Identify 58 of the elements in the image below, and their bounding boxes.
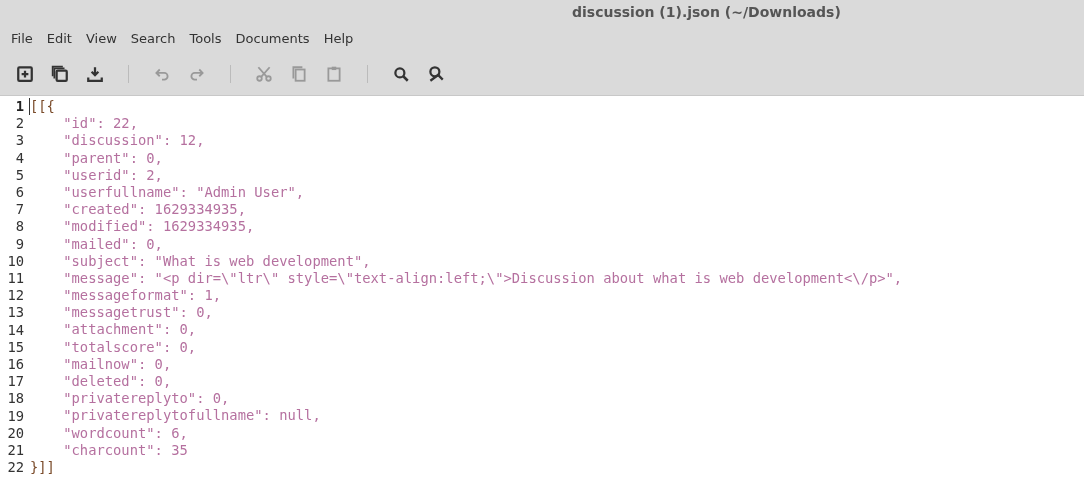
code-line: "parent": 0, <box>62 149 163 167</box>
code-line: "charcount": 35 <box>62 441 188 459</box>
code-line: "messagetrust": 0, <box>62 304 213 322</box>
code-line: "message": "<p dir=\"ltr\" style=\"text-align:left;\">Discussion about what is web development<\/p>", <box>62 269 903 288</box>
line-number: 12 <box>7 287 24 305</box>
line-number: 13 <box>7 304 24 322</box>
menu-item[interactable]: Documents <box>228 28 317 49</box>
line-number: 9 <box>15 235 24 253</box>
find-replace-icon[interactable] <box>427 64 445 83</box>
code-line: }]] <box>30 458 55 477</box>
code-line: "discussion": 12, <box>62 132 205 150</box>
windows-icon[interactable] <box>51 64 69 83</box>
download-icon[interactable] <box>86 64 104 83</box>
line-number: 21 <box>7 442 24 460</box>
code-line: "userfullname": "Admin User", <box>62 183 305 202</box>
code-line: "attachment": 0, <box>62 321 197 339</box>
line-number: 22 <box>7 459 24 477</box>
code-line: "privatereplytofullname": null, <box>62 407 321 425</box>
code-line: "subject": "What is web development", <box>62 252 371 270</box>
line-number: 1 <box>15 98 24 116</box>
code-line: "totalscore": 0, <box>62 338 197 356</box>
line-number: 17 <box>7 373 24 391</box>
line-number: 2 <box>15 115 24 133</box>
menu-item[interactable]: Tools <box>182 28 229 49</box>
line-number: 6 <box>15 184 24 202</box>
line-number: 10 <box>7 252 24 271</box>
menu-item[interactable]: Help <box>316 28 361 49</box>
code-line: "userid": 2, <box>62 166 163 184</box>
line-number: 5 <box>15 166 24 184</box>
clipboard-icon[interactable] <box>325 64 343 83</box>
line-number: 19 <box>7 407 24 425</box>
menu-item[interactable]: Search <box>123 28 183 49</box>
line-number: 16 <box>7 356 24 374</box>
menu-item[interactable]: View <box>78 28 124 49</box>
menu-item[interactable]: Edit <box>39 28 79 49</box>
line-number: 14 <box>7 321 24 339</box>
line-number: 11 <box>7 270 24 288</box>
line-number: 7 <box>15 201 24 219</box>
menu-item[interactable]: File <box>4 28 40 49</box>
code-line: "created": 1629334935, <box>62 201 246 219</box>
line-number: 18 <box>7 390 24 408</box>
code-line: "mailed": 0, <box>62 235 163 253</box>
code-line: "deleted": 0, <box>62 373 172 391</box>
new-document-icon[interactable] <box>16 64 34 83</box>
line-number: 15 <box>7 338 24 357</box>
window-title: discussion (1).json (~/Downloads) <box>572 3 841 22</box>
code-line: "wordcount": 6, <box>62 424 188 442</box>
code-line: "id": 22, <box>62 115 138 133</box>
code-line: "mailnow": 0, <box>62 355 172 373</box>
line-number: 20 <box>7 424 24 443</box>
code-line: "messageformat": 1, <box>62 287 222 305</box>
code-line: "modified": 1629334935, <box>62 218 255 236</box>
line-number: 4 <box>15 149 24 167</box>
line-number: 8 <box>15 218 24 236</box>
code-line: [[{ <box>30 98 55 116</box>
search-icon[interactable] <box>392 64 410 83</box>
code-line: "privatereplyto": 0, <box>62 390 230 408</box>
line-number: 3 <box>15 132 24 150</box>
